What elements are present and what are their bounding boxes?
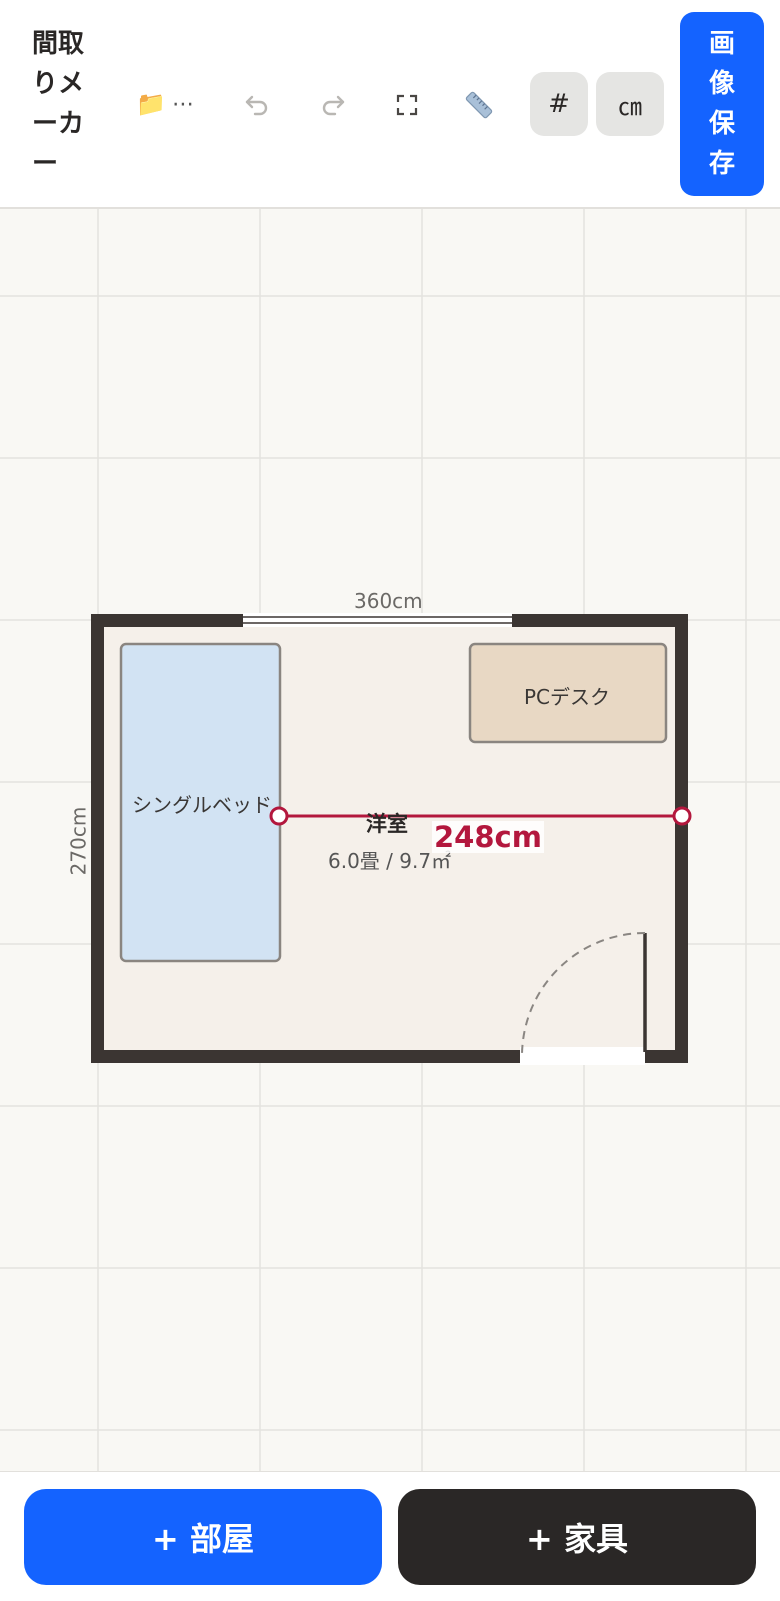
- bottom-bar: + 部屋 + 家具: [0, 1471, 780, 1601]
- measure-start-handle[interactable]: [269, 806, 289, 826]
- redo-arrow-icon: [322, 95, 345, 116]
- undo-arrow-icon: [245, 95, 268, 116]
- unit-toggle-button[interactable]: ㎝: [596, 72, 664, 136]
- measurement-value: 248cm: [432, 820, 544, 854]
- fit-to-screen-button[interactable]: [382, 80, 432, 130]
- desk-label: PCデスク: [524, 685, 611, 709]
- room-name: 洋室: [366, 812, 408, 836]
- room-height-label: 270cm: [66, 806, 91, 876]
- toolbar: 間取りメーカー 📁 ⋯ # ㎝ 画像保存: [0, 0, 780, 209]
- bed-label: シングルベッド: [132, 793, 272, 817]
- save-image-button[interactable]: 画像保存: [680, 12, 764, 196]
- floor-plan-svg: [0, 209, 780, 1471]
- window[interactable]: [243, 613, 512, 627]
- more-icon: ⋯: [171, 91, 194, 117]
- undo-button[interactable]: [232, 80, 282, 130]
- save-image-label: 画像保存: [708, 29, 735, 179]
- add-furniture-button[interactable]: + 家具: [398, 1489, 756, 1585]
- fit-to-screen-icon: [396, 94, 418, 116]
- ruler-icon: [465, 91, 493, 119]
- redo-button[interactable]: [308, 80, 358, 130]
- add-room-button[interactable]: + 部屋: [24, 1489, 382, 1585]
- grid-toggle-button[interactable]: #: [530, 72, 588, 136]
- folder-icon: 📁: [136, 90, 166, 118]
- measure-end-handle[interactable]: [672, 806, 692, 826]
- app-title: 間取りメーカー: [32, 29, 85, 179]
- room-width-label: 360cm: [354, 589, 423, 613]
- file-menu-button[interactable]: 📁 ⋯: [130, 84, 200, 124]
- floor-plan-canvas[interactable]: 360cm 270cm シングルベッド PCデスク 洋室 6.0畳 / 9.7㎡…: [0, 209, 780, 1471]
- measure-tool-button[interactable]: [454, 80, 504, 130]
